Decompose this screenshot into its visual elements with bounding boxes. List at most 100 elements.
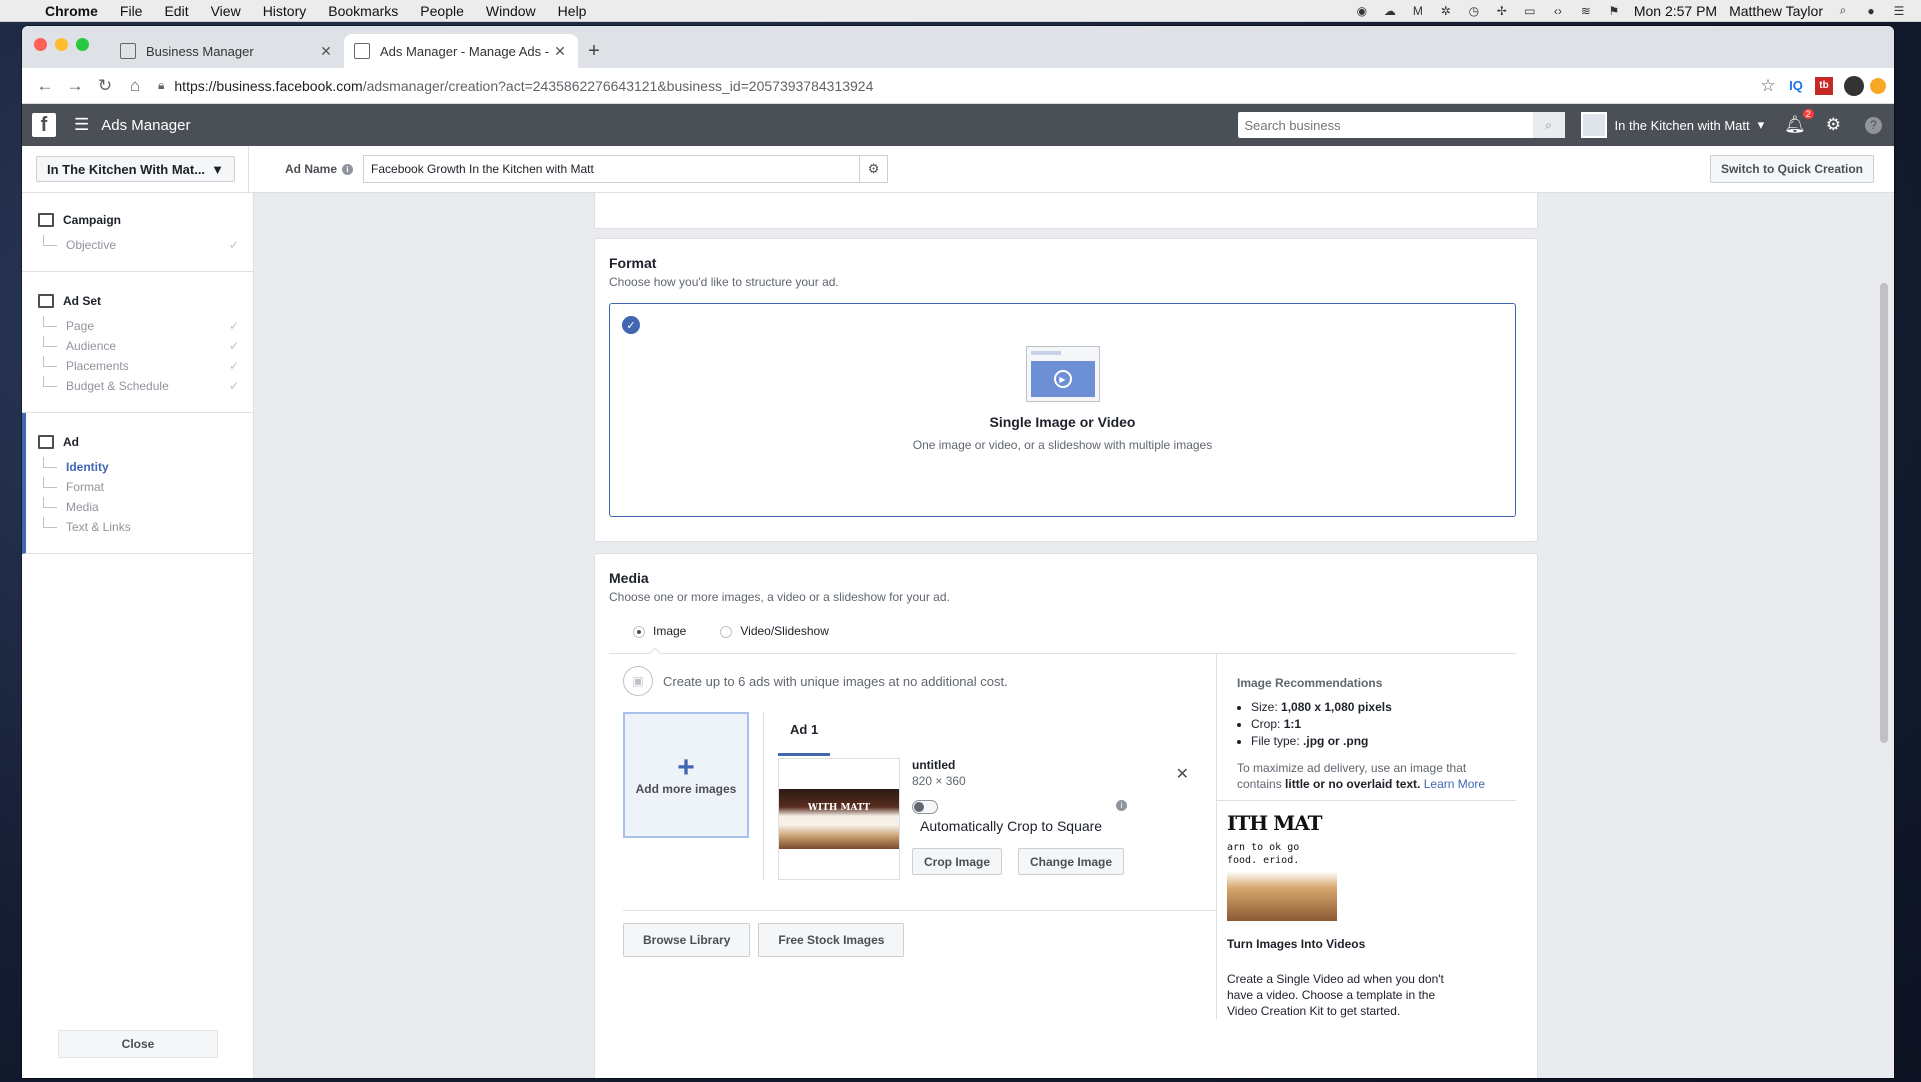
menu-view[interactable]: View	[200, 3, 252, 19]
caret-down-icon: ▼	[211, 161, 224, 177]
menu-bookmarks[interactable]: Bookmarks	[317, 3, 409, 19]
notification-center-icon[interactable]: ☰	[1891, 4, 1907, 18]
info-icon[interactable]: i	[342, 164, 354, 176]
forward-icon[interactable]: →	[60, 72, 90, 100]
ad-detail: WITH MATT untitled 820 × 360 Automatical…	[778, 758, 1203, 880]
ad-account-dropdown[interactable]: In The Kitchen With Mat... ▼	[36, 156, 235, 182]
flag-icon[interactable]: ⚑	[1606, 4, 1622, 18]
close-tab-icon[interactable]: ✕	[318, 43, 334, 60]
sidebar-ad-header[interactable]: Ad	[38, 435, 253, 449]
back-icon[interactable]: ←	[30, 72, 60, 100]
learn-more-link[interactable]: Learn More	[1424, 777, 1485, 791]
reload-icon[interactable]: ↻	[90, 72, 120, 100]
change-image-button[interactable]: Change Image	[1018, 848, 1125, 875]
menu-app-name[interactable]: Chrome	[34, 3, 109, 19]
bug-icon[interactable]: ✲	[1438, 4, 1454, 18]
extension-tb-icon[interactable]: tb	[1815, 76, 1833, 95]
browser-tab-ads-manager[interactable]: Ads Manager - Manage Ads - C ✕	[344, 34, 578, 68]
format-option-single[interactable]: ✓ ▶ Single Image or Video One image or v…	[609, 303, 1516, 517]
recommendations-divider	[1217, 800, 1516, 801]
record-icon[interactable]: ◉	[1354, 4, 1370, 18]
minimize-window-button[interactable]	[55, 38, 68, 51]
browse-library-button[interactable]: Browse Library	[623, 923, 751, 957]
rec-type-value: .jpg or .png	[1303, 734, 1369, 748]
format-title: Format	[609, 255, 657, 271]
switch-quick-creation-button[interactable]: Switch to Quick Creation	[1709, 155, 1874, 183]
menu-edit[interactable]: Edit	[153, 3, 199, 19]
close-button[interactable]: Close	[58, 1030, 218, 1058]
media-tab-video[interactable]: Video/Slideshow	[720, 624, 829, 653]
bluetooth-icon[interactable]: ✢	[1494, 4, 1510, 18]
sidebar-item-label: Format	[66, 480, 105, 494]
sidebar-item-text-links[interactable]: Text & Links	[38, 517, 253, 537]
radio-unselected	[720, 625, 733, 638]
remove-image-close-icon[interactable]: ✕	[1176, 764, 1189, 784]
ad-tab-1[interactable]: Ad 1	[778, 712, 830, 756]
sidebar-item-format[interactable]: Format	[38, 477, 253, 497]
new-tab-button[interactable]: +	[578, 35, 610, 67]
menu-people[interactable]: People	[409, 3, 475, 19]
gmail-icon[interactable]: M	[1410, 4, 1426, 18]
auto-crop-toggle[interactable]	[912, 800, 938, 814]
extension-iq-icon[interactable]: IQ	[1782, 72, 1810, 100]
info-icon[interactable]: i	[1116, 800, 1127, 811]
crop-image-button[interactable]: Crop Image	[912, 848, 1003, 875]
bookmark-star-icon[interactable]: ☆	[1754, 72, 1782, 100]
image-action-buttons: Crop Image Change Image	[912, 848, 1125, 875]
check-icon: ✓	[228, 238, 239, 252]
sidebar-item-budget[interactable]: Budget & Schedule ✓	[38, 376, 253, 396]
close-window-button[interactable]	[34, 38, 47, 51]
menu-window[interactable]: Window	[475, 3, 547, 19]
profile-avatar[interactable]	[1844, 75, 1864, 96]
sidebar-item-page[interactable]: Page ✓	[38, 316, 253, 336]
lock-icon[interactable]: 🔒︎	[158, 78, 164, 93]
sidebar-group-adset: Ad Set Page ✓ Audience ✓ Placements ✓ Budge…	[22, 272, 253, 413]
time-machine-icon[interactable]: ◷	[1466, 4, 1482, 18]
facebook-logo-icon[interactable]: f	[32, 113, 56, 137]
sidebar-campaign-header[interactable]: Campaign	[38, 213, 253, 227]
home-icon[interactable]: ⌂	[120, 72, 150, 100]
address-bar[interactable]: 🔒︎ https://business.facebook.com/adsmana…	[150, 72, 1754, 100]
cloud-icon[interactable]: ☁	[1382, 4, 1398, 18]
add-more-images-button[interactable]: + Add more images	[623, 712, 749, 838]
battery-icon[interactable]: ▭	[1522, 4, 1538, 18]
ad-name-input[interactable]	[364, 156, 860, 182]
account-switcher[interactable]: In the Kitchen with Matt ▾	[1580, 112, 1764, 138]
close-tab-icon[interactable]: ✕	[552, 43, 568, 60]
notifications-bell-icon[interactable]: 🔔︎ 2	[1784, 109, 1814, 135]
gear-icon[interactable]: ⚙	[859, 156, 887, 182]
wifi-icon[interactable]: ≋	[1578, 4, 1594, 18]
sidebar-item-audience[interactable]: Audience ✓	[38, 336, 253, 356]
code-icon[interactable]: ‹›	[1550, 4, 1566, 18]
upsell-text: Create up to 6 ads with unique images at…	[663, 673, 1008, 689]
menu-file[interactable]: File	[109, 3, 154, 19]
sidebar-item-identity[interactable]: Identity	[38, 457, 253, 477]
maximize-window-button[interactable]	[76, 38, 89, 51]
sidebar-adset-header[interactable]: Ad Set	[38, 294, 253, 308]
rec-size: Size: 1,080 x 1,080 pixels	[1251, 700, 1502, 714]
settings-gear-icon[interactable]: ⚙	[1826, 115, 1841, 135]
menubar-clock[interactable]: Mon 2:57 PM	[1634, 3, 1717, 19]
spotlight-icon[interactable]: ⌕	[1835, 3, 1851, 18]
ad-image-thumbnail[interactable]: WITH MATT	[778, 758, 900, 880]
siri-icon[interactable]: ●	[1863, 4, 1879, 18]
extension-orange-icon[interactable]	[1870, 77, 1886, 94]
free-stock-images-button[interactable]: Free Stock Images	[758, 923, 905, 957]
search-icon[interactable]: ⌕	[1532, 112, 1565, 138]
help-icon[interactable]: ?	[1865, 116, 1882, 134]
menu-help[interactable]: Help	[547, 3, 598, 19]
page-scrollbar[interactable]	[1880, 283, 1888, 743]
sidebar-item-media[interactable]: Media	[38, 497, 253, 517]
business-search: ⌕	[1237, 112, 1565, 138]
menu-history[interactable]: History	[252, 3, 318, 19]
check-icon: ✓	[228, 379, 239, 393]
auto-crop-label: Automatically Crop to Square	[920, 818, 1103, 834]
sidebar-item-objective[interactable]: Objective ✓	[38, 235, 253, 255]
menubar-user[interactable]: Matthew Taylor	[1729, 3, 1823, 19]
search-input[interactable]	[1237, 112, 1533, 138]
sidebar-item-placements[interactable]: Placements ✓	[38, 356, 253, 376]
thumbnail-caption: WITH MATT	[807, 803, 871, 813]
browser-tab-business-manager[interactable]: Business Manager ✕	[110, 34, 344, 68]
hamburger-menu-icon[interactable]: ☰	[74, 115, 89, 135]
media-type-tabs: Image Video/Slideshow	[609, 624, 1516, 654]
